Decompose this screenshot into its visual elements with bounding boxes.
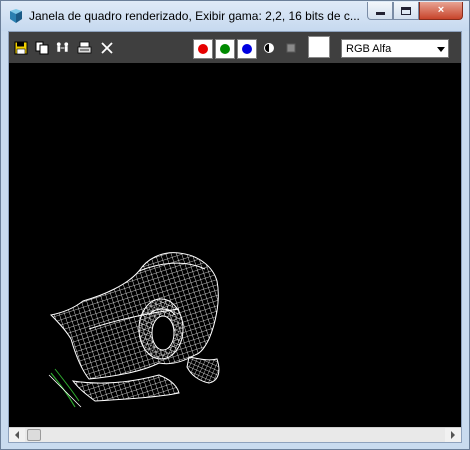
green-channel-button[interactable] [215, 39, 235, 59]
close-button[interactable]: × [419, 2, 463, 20]
scroll-left-button[interactable] [9, 428, 25, 442]
title-bar[interactable]: Janela de quadro renderizado, Exibir gam… [1, 1, 469, 31]
arrow-left-icon [15, 431, 19, 439]
red-channel-button[interactable] [193, 39, 213, 59]
caption-buttons: × [367, 2, 463, 20]
wireframe-render [48, 252, 220, 408]
clear-icon[interactable] [99, 40, 114, 55]
alpha-display-icon[interactable] [283, 40, 298, 55]
maximize-button[interactable] [393, 2, 419, 20]
client-area: RGB Alfa [8, 31, 462, 443]
render-viewport[interactable] [9, 63, 461, 427]
minimize-button[interactable] [367, 2, 393, 20]
blue-dot-icon [242, 44, 252, 54]
close-icon: × [437, 4, 445, 16]
app-icon[interactable] [8, 8, 24, 24]
scroll-right-button[interactable] [445, 428, 461, 442]
window-title: Janela de quadro renderizado, Exibir gam… [29, 9, 359, 23]
save-icon[interactable] [13, 40, 28, 55]
red-dot-icon [198, 44, 208, 54]
mono-channel-icon[interactable] [261, 40, 276, 55]
minimize-icon [375, 12, 385, 15]
background-color-swatch[interactable] [308, 36, 330, 58]
maximize-icon [401, 6, 411, 15]
render-frame-window: Janela de quadro renderizado, Exibir gam… [0, 0, 470, 450]
channel-display-select[interactable]: RGB Alfa [341, 39, 449, 58]
copy-icon[interactable] [34, 40, 49, 55]
green-dot-icon [220, 44, 230, 54]
chevron-down-icon [437, 47, 445, 52]
arrow-right-icon [451, 431, 455, 439]
blue-channel-button[interactable] [237, 39, 257, 59]
scrollbar-thumb[interactable] [27, 429, 41, 441]
channel-select-value: RGB Alfa [346, 43, 392, 55]
horizontal-scrollbar[interactable] [9, 427, 461, 442]
print-icon[interactable] [77, 40, 92, 55]
frame-toolbar: RGB Alfa [9, 32, 461, 63]
clone-icon[interactable] [55, 40, 70, 55]
